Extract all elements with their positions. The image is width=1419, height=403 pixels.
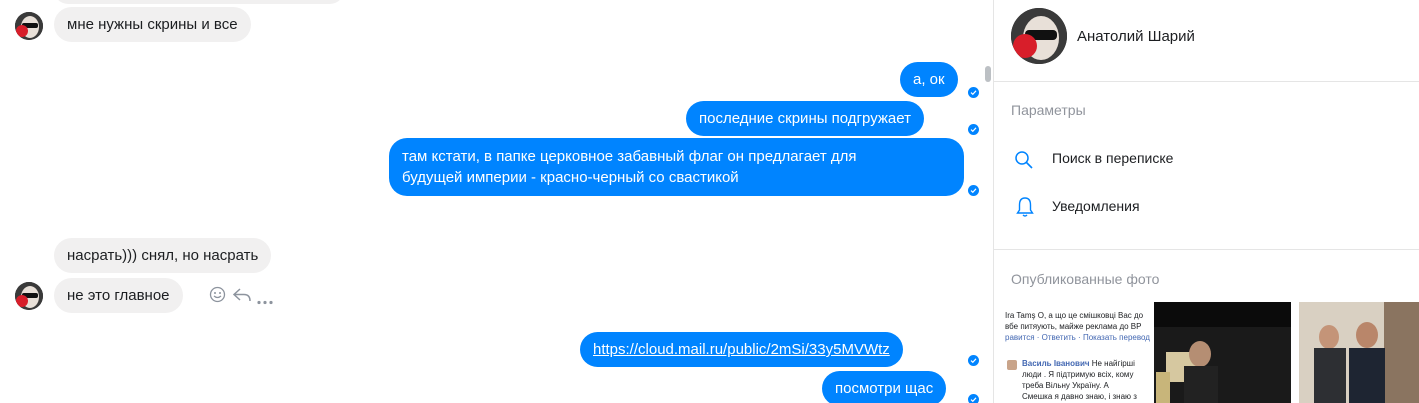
photo-text: Ira Tamş О, а що це смішковці Вас до <box>1005 311 1144 320</box>
option-label: Уведомления <box>1052 198 1140 214</box>
avatar-image <box>1011 8 1067 64</box>
shared-photo[interactable] <box>1299 302 1419 403</box>
avatar-image <box>15 282 43 310</box>
option-label: Поиск в переписке <box>1052 150 1174 166</box>
partial-bubble <box>54 0 344 4</box>
seen-check-icon <box>968 355 979 366</box>
photo-image <box>1154 327 1291 403</box>
photo-text: Не найгірші <box>1091 359 1135 368</box>
photo-image <box>1299 302 1419 403</box>
divider <box>994 249 1419 250</box>
photo-text: треба Вільну Україну. А <box>1022 381 1109 390</box>
scrollbar-thumb[interactable] <box>985 66 991 82</box>
emoji-icon[interactable] <box>209 286 226 308</box>
photo-caption: Ira Tamş О, а що це смішковці Вас до вбе… <box>1005 310 1150 343</box>
contact-name: Анатолий Шарий <box>1077 28 1195 45</box>
message-bubble-outgoing[interactable]: посмотри щас <box>822 371 947 403</box>
message-thread[interactable]: мне нужны скрины и все а, ок последние с… <box>0 0 982 403</box>
photo-text: равится · Ответить · Показать перевод <box>1005 333 1150 342</box>
photo-text: вбе питяують, майже реклама до ВР <box>1005 322 1142 331</box>
photo-text: Василь Іванович <box>1022 359 1090 368</box>
seen-check-icon <box>968 87 979 98</box>
notifications-option[interactable]: Уведомления <box>1011 196 1411 220</box>
message-link[interactable]: https://cloud.mail.ru/public/2mSi/33y5MV… <box>593 341 890 358</box>
reply-icon[interactable] <box>232 286 252 308</box>
more-icon[interactable] <box>257 292 273 310</box>
conversation-info-panel: Анатолий Шарий Параметры Поиск в перепис… <box>994 0 1419 403</box>
avatar-image <box>15 12 43 40</box>
shared-photo[interactable] <box>1154 302 1291 403</box>
message-bubble-outgoing[interactable]: там кстати, в папке церковное забавный ф… <box>389 138 964 196</box>
message-bubble-incoming[interactable]: насрать))) снял, но насрать <box>54 238 272 273</box>
divider <box>994 81 1419 82</box>
message-bubble-incoming[interactable]: не это главное <box>54 278 183 313</box>
message-bubble-incoming[interactable]: мне нужны скрины и все <box>54 7 251 42</box>
contact-avatar-large[interactable] <box>1011 8 1067 64</box>
seen-check-icon <box>968 124 979 135</box>
photo-text: Смешка я давно знаю, і знаю з <box>1022 392 1137 401</box>
shared-photos-heading: Опубликованные фото <box>1011 271 1160 287</box>
photo-comment: Василь Іванович Не найгірші люди . Я під… <box>1022 358 1137 402</box>
contact-avatar[interactable] <box>15 12 43 40</box>
options-heading: Параметры <box>1011 102 1086 118</box>
message-line: будущей империи - красно-черный со сваст… <box>402 169 739 186</box>
message-bubble-outgoing[interactable]: https://cloud.mail.ru/public/2mSi/33y5MV… <box>580 332 903 367</box>
photo-text: люди . Я підтримую всіх, кому <box>1022 370 1134 379</box>
seen-check-icon <box>968 185 979 196</box>
contact-avatar[interactable] <box>15 282 43 310</box>
bell-icon <box>1016 196 1034 223</box>
seen-check-icon <box>968 394 979 403</box>
photo-avatar <box>1007 360 1017 370</box>
search-in-conversation-option[interactable]: Поиск в переписке <box>1011 148 1411 172</box>
message-line: там кстати, в папке церковное забавный ф… <box>402 148 857 165</box>
shared-photo[interactable]: Ira Tamş О, а що це смішковці Вас до вбе… <box>1005 302 1151 403</box>
message-bubble-outgoing[interactable]: последние скрины подгружает <box>686 101 924 136</box>
message-bubble-outgoing[interactable]: а, ок <box>900 62 958 97</box>
search-icon <box>1014 150 1034 175</box>
